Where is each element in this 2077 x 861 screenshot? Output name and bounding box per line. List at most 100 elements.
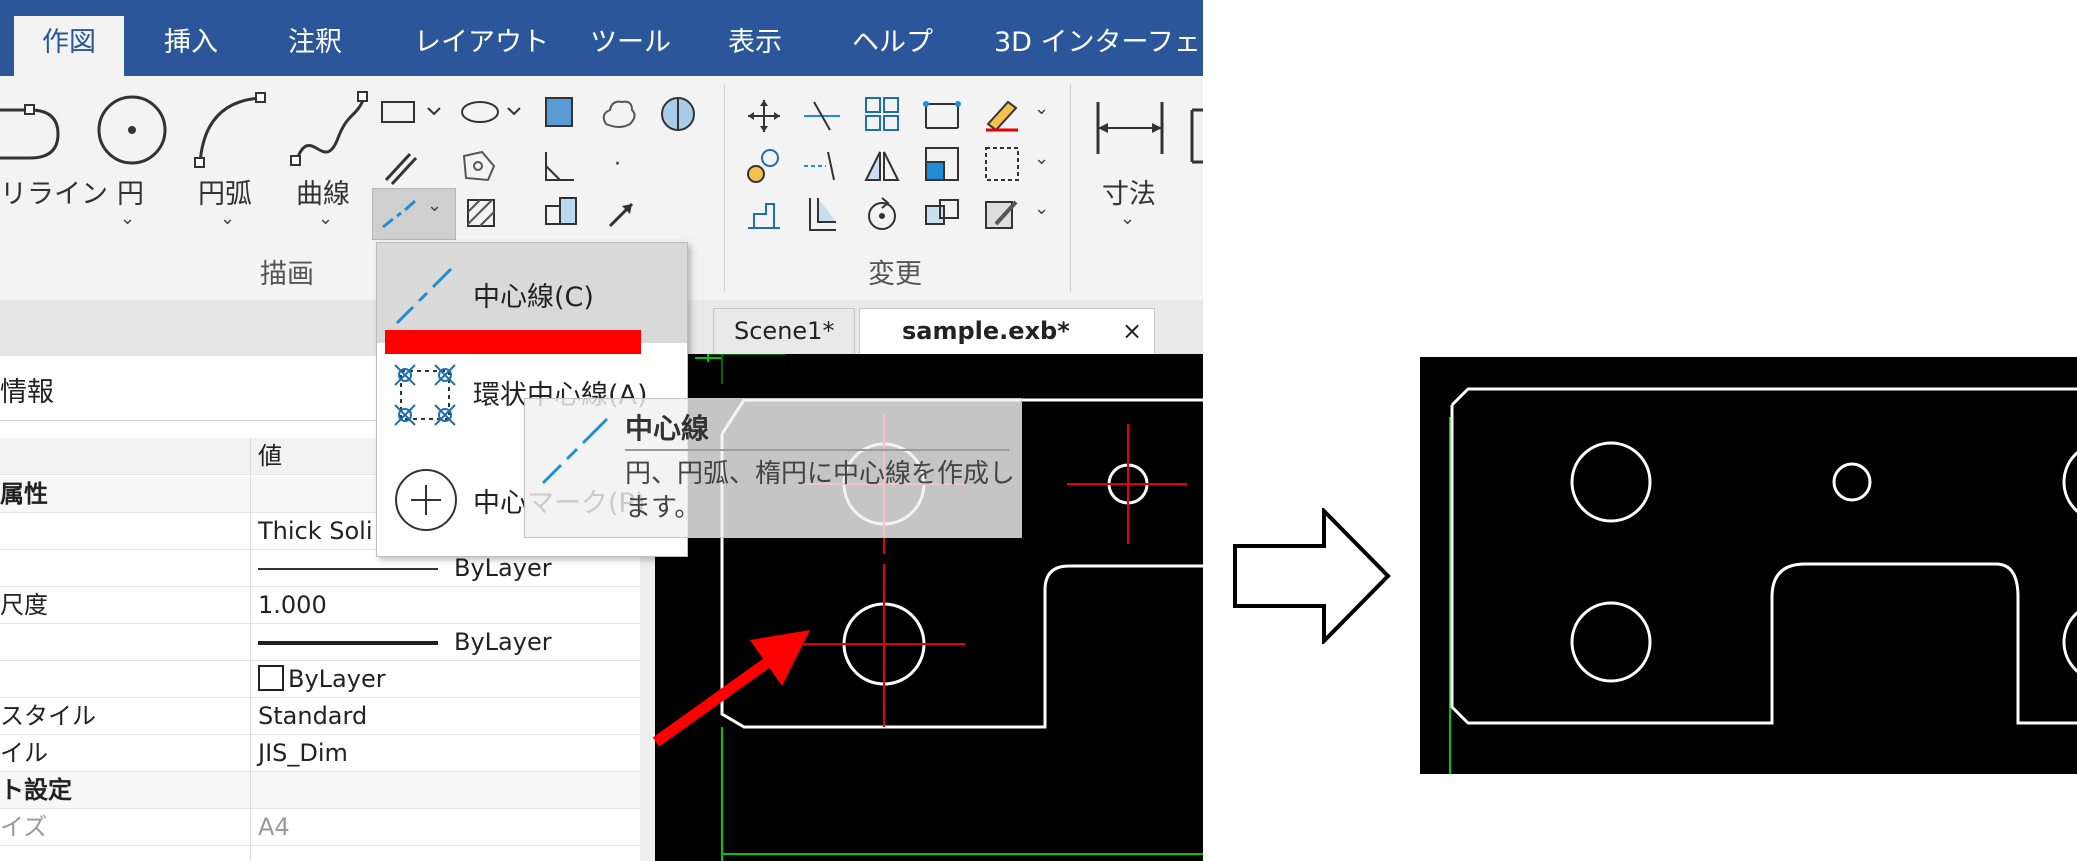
point-icon[interactable]: · [614, 152, 621, 177]
move-icon[interactable] [744, 96, 784, 136]
dimension-icon[interactable] [1094, 98, 1166, 158]
tab-tools[interactable]: ツール [590, 16, 671, 76]
menu-item-label: 中心線(C) [473, 282, 594, 313]
row-value: Thick Soli [258, 517, 373, 545]
paper-size-row[interactable]: イズ A4 [0, 809, 640, 846]
arc-icon[interactable] [192, 92, 274, 172]
text-style-row[interactable]: スタイル Standard [0, 698, 640, 735]
partial-annotation-icon[interactable] [1190, 106, 1203, 166]
tab-insert[interactable]: 挿入 [164, 16, 218, 76]
polygon-icon[interactable] [458, 146, 498, 186]
tab-view[interactable]: 表示 [728, 16, 782, 76]
grid-column-line [250, 438, 251, 861]
red-pointer-arrow-icon [652, 630, 810, 747]
highlight-bar [385, 330, 641, 354]
chevron-down-icon[interactable]: ⌄ [1034, 98, 1049, 119]
spline-curve-icon[interactable] [290, 90, 372, 170]
tooltip-divider [625, 449, 1009, 451]
boundary-icon[interactable] [542, 94, 576, 130]
row-value: ByLayer [454, 554, 552, 582]
line-sample [258, 568, 438, 570]
menu-bar: 作図 挿入 注釈 レイアウト ツール 表示 ヘルプ 3D インターフェース [0, 0, 1203, 76]
dimension-button-label[interactable]: 寸法 [1102, 172, 1156, 211]
result-drawing-canvas [1420, 357, 2077, 774]
chevron-down-icon[interactable]: ⌄ [1120, 208, 1135, 229]
row-key: スタイル [0, 702, 96, 730]
linestyle-row[interactable]: ByLayer [0, 624, 640, 661]
scale-row[interactable]: 尺度 1.000 [0, 587, 640, 624]
polyline-button-label[interactable]: リライン [0, 172, 108, 211]
tab-scene1[interactable]: Scene1* [713, 308, 856, 355]
row-value: 1.000 [258, 591, 327, 619]
offset-icon[interactable] [802, 194, 842, 234]
row-value: JIS_Dim [258, 739, 348, 767]
tooltip-description: 円、円弧、楕円に中心線を作成します。 [625, 459, 1016, 523]
row-value-wrap: ByLayer [258, 624, 552, 660]
ribbon-separator [724, 84, 725, 292]
chevron-down-icon: ⌄ [427, 195, 443, 216]
cloud-icon[interactable] [598, 94, 638, 134]
centerline-tooltip: 中心線 円、円弧、楕円に中心線を作成します。 [524, 398, 1022, 538]
row-value: A4 [258, 813, 290, 841]
block-icon[interactable] [540, 192, 584, 232]
tab-annotate[interactable]: 注釈 [288, 16, 342, 76]
copy-icon[interactable] [744, 146, 784, 186]
close-icon[interactable]: × [1122, 309, 1142, 353]
curve-button-label[interactable]: 曲線 [296, 172, 350, 211]
hatch-icon[interactable] [462, 194, 502, 234]
row-value: ByLayer [288, 665, 386, 693]
tab-layout[interactable]: レイアウト [414, 16, 549, 76]
trim-icon[interactable] [802, 96, 842, 136]
edit-properties-icon[interactable] [982, 194, 1022, 234]
extend-icon[interactable] [802, 146, 842, 186]
circle-icon[interactable] [96, 94, 168, 166]
chevron-down-icon[interactable]: ⌄ [1034, 148, 1049, 169]
right-arrow-icon [1233, 508, 1391, 644]
match-properties-icon[interactable] [982, 94, 1022, 134]
tab-sample-exb[interactable]: sample.exb* × [859, 308, 1155, 355]
selection-window-icon[interactable] [982, 144, 1022, 184]
rotate-icon[interactable] [862, 194, 902, 234]
scale-icon[interactable] [922, 144, 962, 184]
centerline-icon [395, 267, 453, 325]
leader-arrow-icon[interactable] [602, 194, 642, 234]
row-key: イズ [0, 813, 48, 841]
mirror-icon[interactable] [862, 146, 902, 186]
category-row[interactable]: ト設定 [0, 772, 640, 809]
line-sample [258, 641, 438, 645]
circle-button-label[interactable]: 円 [117, 172, 144, 211]
chevron-down-icon[interactable]: ⌄ [220, 208, 235, 229]
chamfer-icon[interactable] [540, 146, 580, 186]
value-column-header: 値 [258, 442, 282, 470]
tab-draw[interactable]: 作図 [14, 16, 124, 76]
panel-title: 情報 [0, 377, 54, 408]
modify-group-label: 変更 [868, 259, 922, 290]
array-icon[interactable] [862, 94, 902, 134]
circular-centerline-icon [394, 364, 456, 426]
explode-icon[interactable] [922, 194, 962, 234]
solid-icon[interactable] [658, 94, 698, 134]
chevron-down-icon[interactable]: ⌄ [1034, 198, 1049, 219]
centerline-icon [382, 199, 417, 229]
arc-button-label[interactable]: 円弧 [198, 172, 252, 211]
tooltip-title: 中心線 [625, 412, 710, 445]
chevron-down-icon[interactable]: ⌄ [318, 208, 333, 229]
rectangle-icon[interactable] [378, 98, 450, 128]
ellipse-icon[interactable] [458, 98, 530, 128]
row-key: イル [0, 739, 48, 767]
color-row[interactable]: ByLayer [0, 661, 640, 698]
tab-3d-interface[interactable]: 3D インターフェース [994, 16, 1203, 76]
dim-style-row[interactable]: イル JIS_Dim [0, 735, 640, 772]
double-line-icon[interactable] [380, 146, 420, 186]
row-value: Standard [258, 702, 368, 730]
chevron-down-icon[interactable]: ⌄ [120, 208, 135, 229]
color-swatch [258, 665, 284, 691]
row-value: ByLayer [454, 628, 552, 656]
stretch-icon[interactable] [744, 194, 784, 234]
draw-group-label: 描画 [260, 259, 314, 290]
tab-help[interactable]: ヘルプ [852, 16, 933, 76]
fillet-icon[interactable] [922, 94, 962, 134]
centerline-dropdown-button[interactable]: ⌄ [372, 188, 456, 240]
polyline-icon[interactable] [0, 96, 72, 176]
menu-item-centerline[interactable]: 中心線(C) [377, 243, 687, 343]
